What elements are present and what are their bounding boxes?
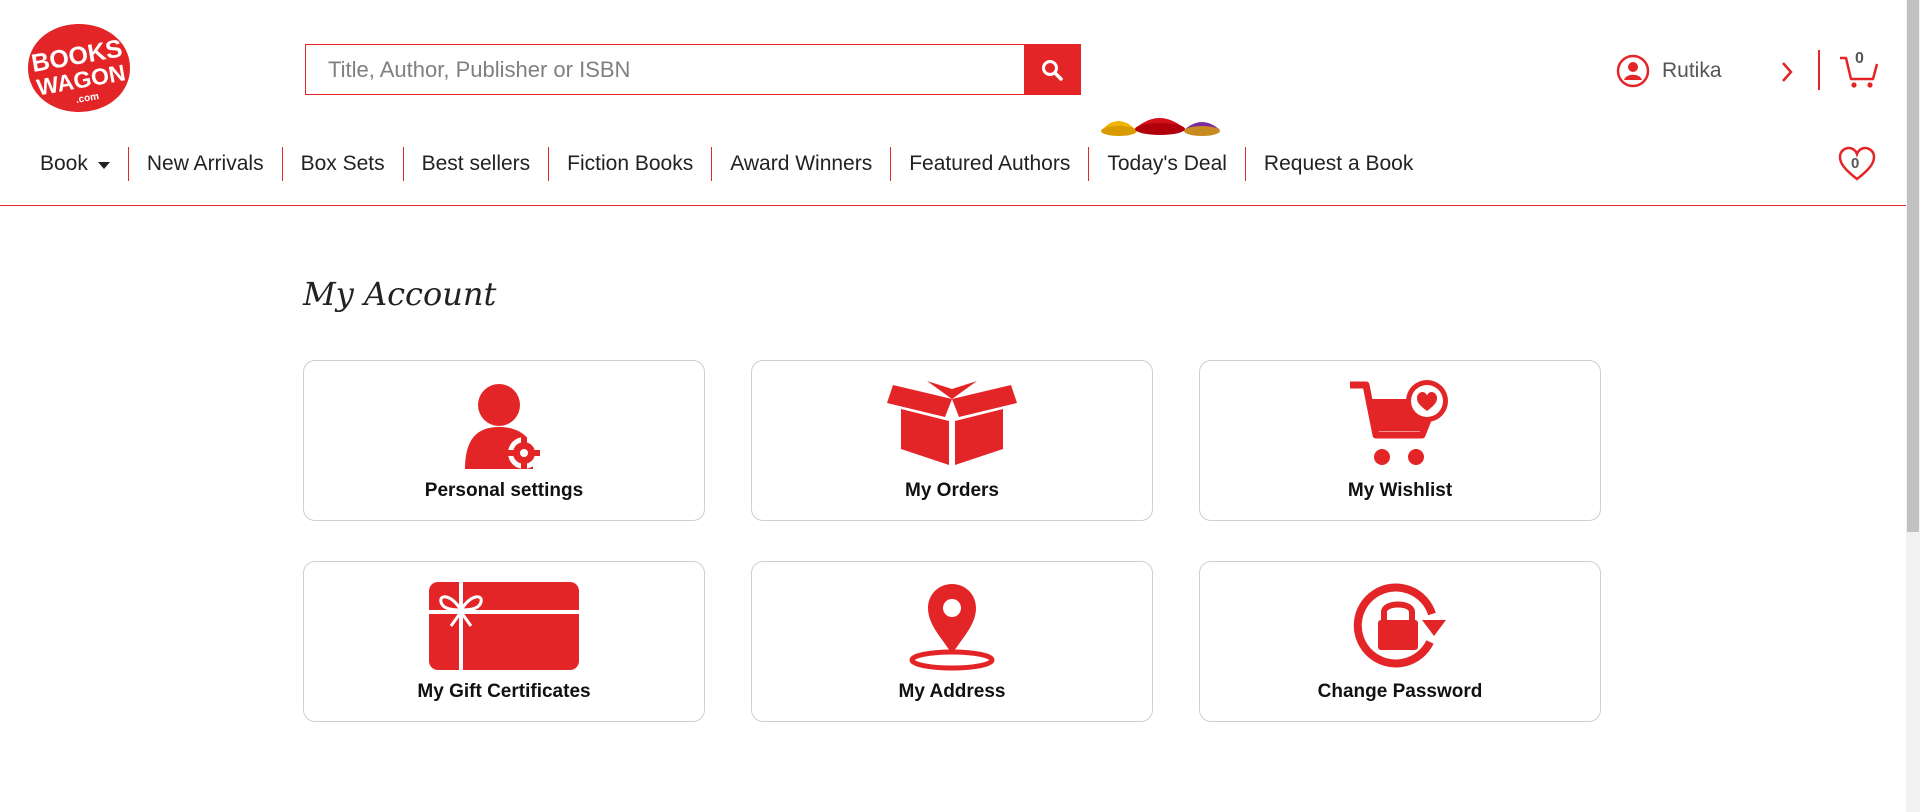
nav-featured-authors[interactable]: Featured Authors xyxy=(891,147,1090,181)
nav-item-label: Book xyxy=(40,152,88,175)
card-personal-settings[interactable]: Personal settings xyxy=(303,360,705,521)
location-pin-icon xyxy=(909,584,995,671)
user-name: Rutika xyxy=(1662,59,1722,82)
card-my-orders[interactable]: My Orders xyxy=(751,360,1153,521)
header-divider-line xyxy=(0,205,1906,206)
box-icon xyxy=(887,381,1017,465)
color-bowls-decoration xyxy=(1101,118,1220,136)
wishlist-count: 0 xyxy=(1851,155,1860,172)
cart-heart-icon xyxy=(1350,380,1448,465)
card-my-address[interactable]: My Address xyxy=(751,561,1153,722)
nav-todays-deal[interactable]: Today's Deal xyxy=(1089,147,1246,181)
gift-card-icon xyxy=(429,582,579,670)
card-label: Personal settings xyxy=(424,480,584,501)
card-my-gift-certificates[interactable]: My Gift Certificates xyxy=(303,561,705,722)
card-label: My Gift Certificates xyxy=(417,681,591,702)
lock-refresh-icon xyxy=(1353,583,1446,668)
nav-book-dropdown[interactable]: Book xyxy=(22,147,129,181)
card-change-password[interactable]: Change Password xyxy=(1199,561,1601,722)
main-nav: Book New Arrivals Box Sets Best sellers … xyxy=(22,145,1431,183)
card-label: My Address xyxy=(898,681,1006,702)
card-label: My Orders xyxy=(905,480,999,501)
bookswagon-logo[interactable]: BOOKS WAGON .com xyxy=(24,22,134,114)
nav-fiction-books[interactable]: Fiction Books xyxy=(549,147,713,181)
scrollbar-thumb[interactable] xyxy=(1907,0,1919,532)
card-my-wishlist[interactable]: My Wishlist xyxy=(1199,360,1601,521)
card-label: My Wishlist xyxy=(1347,480,1453,501)
page-title: My Account xyxy=(303,275,497,313)
search-input[interactable] xyxy=(306,45,1024,94)
search-icon xyxy=(1042,59,1063,81)
user-circle-icon xyxy=(1616,54,1650,88)
search-button[interactable] xyxy=(1024,45,1080,94)
nav-best-sellers[interactable]: Best sellers xyxy=(404,147,550,181)
nav-request-a-book[interactable]: Request a Book xyxy=(1246,147,1431,181)
card-label: Change Password xyxy=(1317,681,1483,702)
header-divider xyxy=(1818,50,1820,90)
caret-down-icon xyxy=(97,161,110,169)
user-menu[interactable]: Rutika xyxy=(1616,52,1722,90)
user-settings-icon xyxy=(465,384,540,469)
chevron-right-icon[interactable] xyxy=(1780,60,1794,84)
nav-award-winners[interactable]: Award Winners xyxy=(712,147,892,181)
cart-count: 0 xyxy=(1855,50,1864,67)
nav-box-sets[interactable]: Box Sets xyxy=(283,147,404,181)
nav-new-arrivals[interactable]: New Arrivals xyxy=(129,147,283,181)
search-bar xyxy=(305,44,1081,95)
